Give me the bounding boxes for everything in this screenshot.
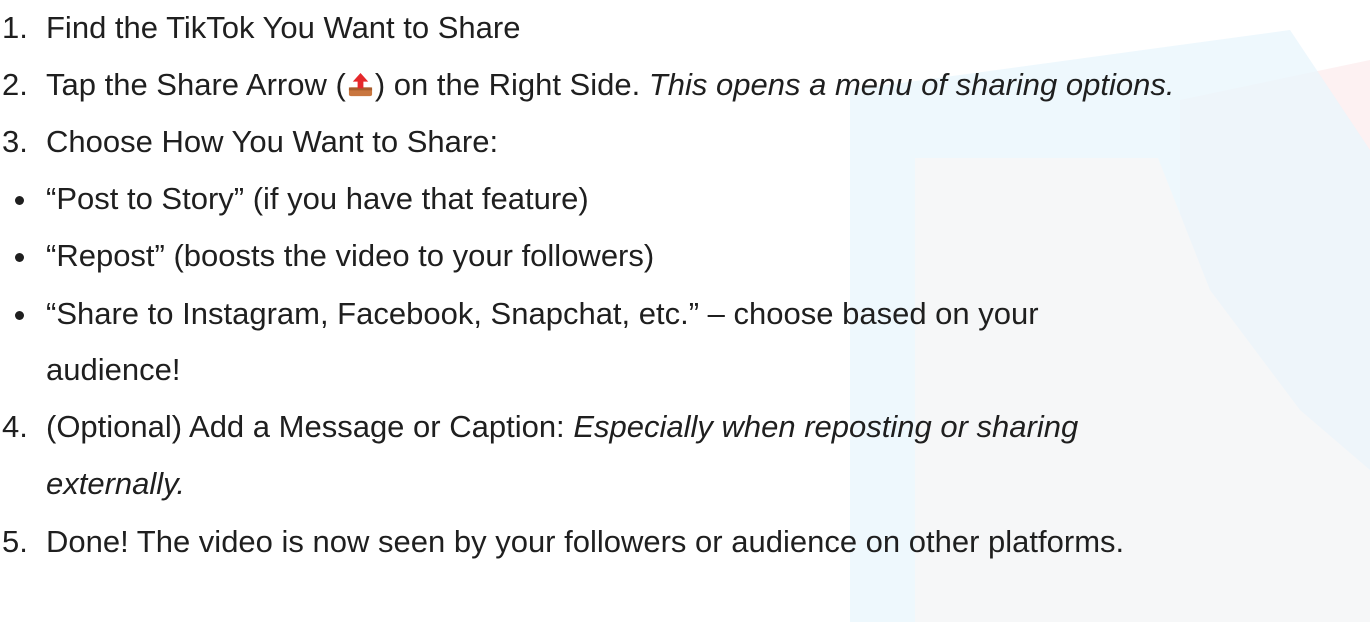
step-number: 2. xyxy=(2,67,28,102)
step-text: Choose How You Want to Share: xyxy=(46,124,499,159)
bullet-text: “Post to Story” (if you have that featur… xyxy=(46,181,589,216)
step-italic-note: externally. xyxy=(46,466,185,501)
step-text: Find the TikTok You Want to Share xyxy=(46,10,521,45)
step-text: Done! The video is now seen by your foll… xyxy=(46,524,1125,559)
step-italic-note: This opens a menu of sharing options. xyxy=(648,67,1175,102)
bullet-icon xyxy=(15,253,24,262)
bullet-text: “Repost” (boosts the video to your follo… xyxy=(46,238,655,273)
step-number: 1. xyxy=(2,10,28,45)
bullet-text: audience! xyxy=(46,352,181,387)
bullet-text: “Share to Instagram, Facebook, Snapchat,… xyxy=(46,296,1039,331)
step-text: Tap the Share Arrow ( ) on the Right Side… xyxy=(46,65,1174,105)
step-text-main: (Optional) Add a Message or Caption: xyxy=(46,409,565,444)
step-italic-note: Especially when reposting or sharing xyxy=(573,409,1079,444)
step-number: 5. xyxy=(2,524,28,559)
step-text-before: Tap the Share Arrow ( xyxy=(46,67,346,102)
step-text: (Optional) Add a Message or Caption: Esp… xyxy=(46,407,1078,447)
step-number: 3. xyxy=(2,124,28,159)
step-number: 4. xyxy=(2,409,28,444)
step-text-after: ) on the Right Side. xyxy=(374,67,641,102)
bullet-icon xyxy=(15,196,24,205)
share-arrow-icon xyxy=(348,72,372,97)
bullet-icon xyxy=(15,311,24,320)
